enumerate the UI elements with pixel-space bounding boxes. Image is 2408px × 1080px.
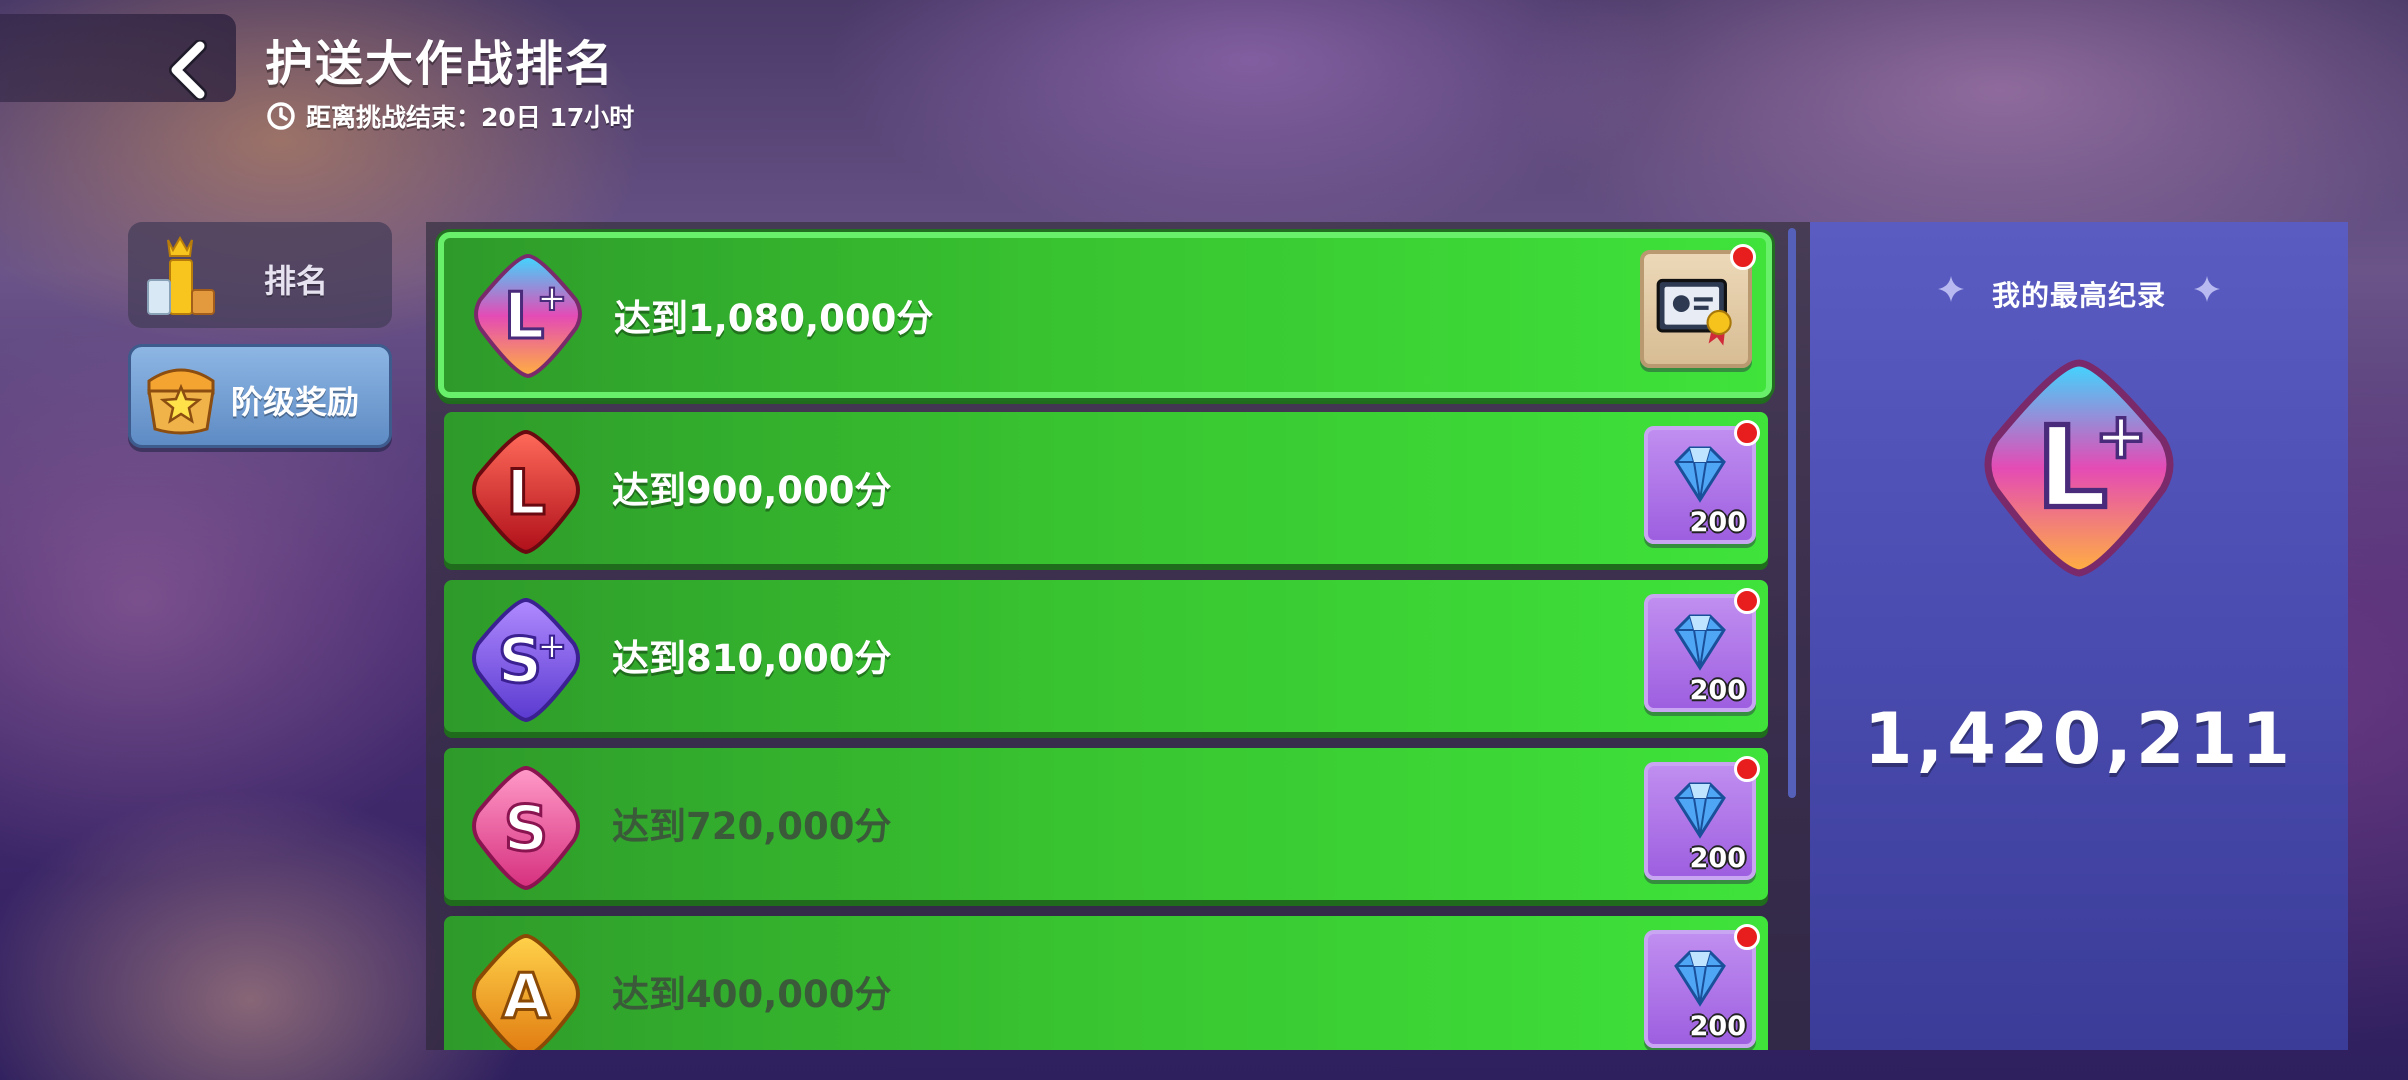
rank-S-icon: S — [472, 765, 580, 891]
rank-L-plus-icon: L + — [1984, 359, 2174, 577]
milestone-row[interactable]: A 达到400,000分 200 — [444, 916, 1768, 1050]
notification-dot — [1734, 924, 1760, 950]
milestone-row[interactable]: S 达到720,000分 200 — [444, 748, 1768, 900]
reward-slot[interactable]: 200 — [1644, 588, 1760, 712]
challenge-countdown: 距离挑战结束： 20日 17小时 — [266, 98, 634, 134]
milestone-row[interactable]: L + 达到1,080,000分 — [438, 232, 1772, 398]
milestone-label: 达到1,080,000分 — [614, 297, 934, 340]
rank-L-icon: L — [472, 429, 580, 555]
reward-slot[interactable]: 200 — [1644, 756, 1760, 880]
rank-S-plus-icon: S + — [472, 597, 580, 723]
countdown-label: 距离挑战结束： — [306, 103, 482, 132]
svg-text:A: A — [502, 960, 550, 1033]
notification-dot — [1734, 588, 1760, 614]
milestone-label: 达到400,000分 — [612, 973, 892, 1016]
reward-slot[interactable]: 200 — [1644, 924, 1760, 1048]
page-title: 护送大作战排名 — [265, 36, 616, 92]
clock-icon — [267, 102, 295, 130]
best-record-panel: 我的最高纪录 L + 1,420,211 — [1810, 222, 2348, 1050]
sparkle-icon — [2194, 276, 2220, 302]
svg-text:+: + — [537, 278, 567, 319]
svg-text:+: + — [2095, 400, 2148, 473]
reward-count: 200 — [1689, 675, 1746, 706]
svg-text:S: S — [498, 624, 543, 697]
tab-tier-rewards[interactable]: 阶级奖励 — [128, 344, 392, 448]
svg-text:S: S — [504, 792, 549, 865]
certificate-icon — [1656, 278, 1732, 346]
reward-slot[interactable] — [1640, 244, 1756, 368]
milestone-label: 达到810,000分 — [612, 637, 892, 680]
milestone-label: 达到900,000分 — [612, 469, 892, 512]
podium-crown-icon — [147, 236, 215, 315]
milestone-row[interactable]: S + 达到810,000分 200 — [444, 580, 1768, 732]
rank-A-icon: A — [472, 933, 580, 1050]
back-arrow-icon — [169, 40, 207, 100]
tab-ranking[interactable]: 排名 — [128, 222, 392, 328]
svg-text:+: + — [537, 626, 567, 667]
notification-dot — [1730, 244, 1756, 270]
back-button[interactable] — [0, 14, 236, 102]
rank-L-plus-icon: L + — [474, 253, 582, 379]
scrollbar[interactable] — [1788, 228, 1796, 798]
milestone-label: 达到720,000分 — [612, 805, 892, 848]
reward-count: 200 — [1689, 1011, 1746, 1042]
record-title: 我的最高纪录 — [1991, 279, 2166, 312]
tab-tier-rewards-label: 阶级奖励 — [231, 383, 360, 421]
reward-count: 200 — [1689, 507, 1746, 538]
svg-text:L: L — [506, 456, 546, 529]
countdown-value: 20日 17小时 — [481, 103, 635, 132]
best-score: 1,420,211 — [1863, 698, 2295, 780]
milestone-list[interactable]: L + 达到1,080,000分 L 达到900,000分 200 S + 达到… — [426, 222, 1810, 1050]
reward-count: 200 — [1689, 843, 1746, 874]
treasure-chest-star-icon — [147, 368, 215, 435]
milestone-row[interactable]: L 达到900,000分 200 — [444, 412, 1768, 564]
reward-slot[interactable]: 200 — [1644, 420, 1760, 544]
tab-ranking-label: 排名 — [264, 262, 329, 300]
notification-dot — [1734, 756, 1760, 782]
notification-dot — [1734, 420, 1760, 446]
